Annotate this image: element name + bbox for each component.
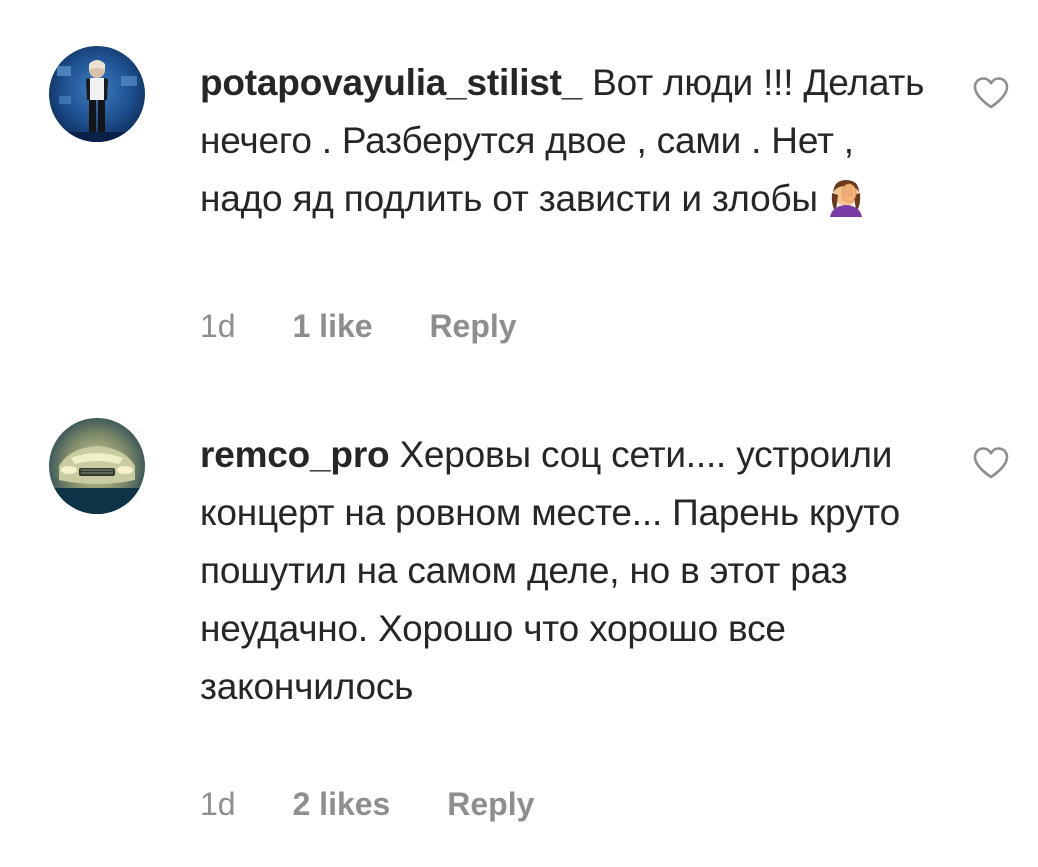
comment-body: remco_pro Херовы соц сети.... устроили ко…	[200, 426, 940, 716]
reply-button[interactable]: Reply	[447, 786, 534, 823]
comment-body: potapovayulia_stilist_ Вот люди !!! Делат…	[200, 54, 940, 228]
reply-button[interactable]: Reply	[429, 308, 516, 345]
avatar-image	[49, 418, 145, 514]
comment-timestamp: 1d	[200, 786, 236, 822]
face-palm-emoji	[826, 176, 866, 217]
user-avatar[interactable]	[49, 418, 145, 514]
comment-meta: 1d 2 likes Reply	[200, 786, 534, 823]
comment-item: potapovayulia_stilist_ Вот люди !!! Делат…	[0, 46, 1038, 376]
like-count[interactable]: 1 like	[292, 308, 372, 345]
comment-username[interactable]: remco_pro	[200, 434, 390, 475]
like-count[interactable]: 2 likes	[292, 786, 390, 823]
comment-item: remco_pro Херовы соц сети.... устроили ко…	[0, 418, 1038, 838]
heart-outline-icon[interactable]	[972, 446, 1010, 480]
comment-username[interactable]: potapovayulia_stilist_	[200, 62, 582, 103]
heart-outline-icon[interactable]	[972, 76, 1010, 110]
comment-timestamp: 1d	[200, 308, 236, 344]
avatar-image	[49, 46, 145, 142]
user-avatar[interactable]	[49, 46, 145, 142]
comment-meta: 1d 1 like Reply	[200, 308, 517, 345]
